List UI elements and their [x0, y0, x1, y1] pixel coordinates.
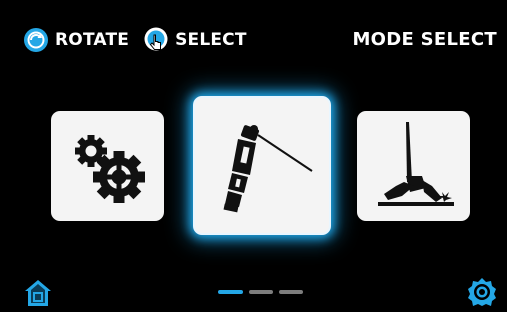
page-title: MODE SELECT — [352, 29, 497, 50]
mode-card-stick-welding[interactable] — [357, 111, 470, 221]
page-dot-2 — [249, 290, 273, 294]
gear-icon — [467, 277, 497, 311]
page-dot-1 — [218, 290, 243, 294]
tig-torch-icon — [202, 109, 322, 223]
page-indicator — [218, 290, 303, 294]
press-select-icon — [143, 27, 169, 53]
page-dot-3 — [279, 290, 303, 294]
control-hints: ROTATE SELECT — [23, 23, 261, 57]
stick-welding-icon — [366, 116, 462, 216]
mode-card-tig-torch[interactable] — [193, 96, 331, 235]
mode-card-gears[interactable] — [51, 111, 164, 221]
settings-button[interactable] — [467, 277, 497, 311]
rotate-knob-icon — [23, 27, 49, 53]
mode-select-screen: ROTATE SELECT MODE SELECT — [0, 0, 507, 312]
gears-icon — [63, 121, 153, 211]
home-button[interactable] — [23, 280, 53, 310]
select-hint-label: SELECT — [175, 30, 247, 50]
home-icon — [23, 278, 53, 312]
rotate-hint-label: ROTATE — [55, 30, 130, 50]
